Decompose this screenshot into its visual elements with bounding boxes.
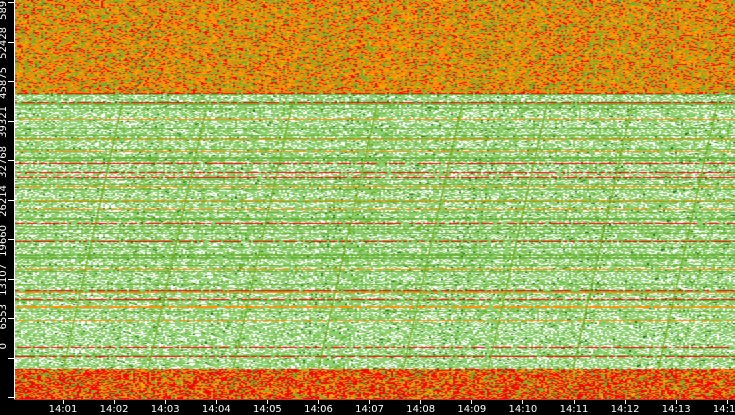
y-tick: 45875: [0, 67, 15, 133]
x-tick-label: 14:13: [656, 400, 696, 415]
x-tick-label: 14:02: [94, 400, 134, 415]
x-tick-label: 14:03: [145, 400, 185, 415]
x-tick-label: 14:08: [401, 400, 441, 415]
x-tick-label: 14:11: [554, 400, 594, 415]
y-tick: 13107: [0, 264, 15, 330]
y-tick: 39321: [0, 106, 15, 172]
y-tick: 52428: [0, 27, 15, 93]
y-tick: 19660: [0, 225, 15, 291]
x-tick-label: 14:06: [299, 400, 339, 415]
y-tick: 58982: [0, 0, 15, 54]
y-tick: 26214: [0, 185, 15, 251]
x-tick-label: 14:09: [452, 400, 492, 415]
y-tick: 32768: [0, 146, 15, 212]
x-tick-label: 14:14: [707, 400, 735, 415]
x-tick-label: 14:04: [196, 400, 236, 415]
x-tick-label: 14:05: [247, 400, 287, 415]
y-tick: 65536: [0, 2, 15, 14]
y-tick: 6553: [0, 304, 15, 370]
x-tick-label: 14:01: [43, 400, 83, 415]
x-tick-label: 14:07: [350, 400, 390, 415]
x-tick-label: 14:12: [605, 400, 645, 415]
heatmap-cells: [15, 0, 735, 399]
y-tick: 0: [0, 343, 15, 409]
x-tick-label: 14:10: [503, 400, 543, 415]
heatmap-chart: 0655313107196602621432768393214587552428…: [0, 0, 735, 415]
